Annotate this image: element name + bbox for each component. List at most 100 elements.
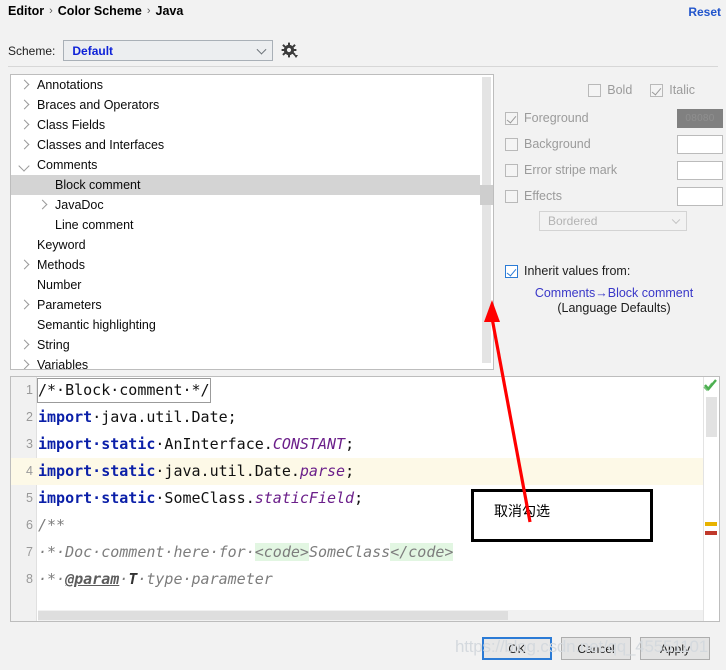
code-token-cmt-b: T — [128, 570, 138, 588]
tree-item-line-comment[interactable]: Line comment — [11, 215, 493, 235]
tree-item-braces-and-operators[interactable]: Braces and Operators — [11, 95, 493, 115]
tree-item-variables[interactable]: Variables — [11, 355, 493, 369]
tree-item-label: Methods — [37, 258, 85, 272]
bold-label: Bold — [607, 83, 633, 97]
code-token-plain: ; — [345, 462, 355, 480]
effects-color-swatch[interactable] — [677, 186, 723, 206]
chevron-right-icon[interactable] — [17, 77, 33, 93]
tree-item-label: Parameters — [37, 298, 102, 312]
tree-item-label: Comments — [37, 158, 98, 172]
tree-twisty-placeholder — [17, 217, 33, 233]
tree-item-javadoc[interactable]: JavaDoc — [11, 195, 493, 215]
tree-item-number[interactable]: Number — [11, 275, 493, 295]
line-number: 7 — [26, 545, 33, 559]
code-line: 2 import·java.util.Date; — [26, 404, 719, 431]
background-checkbox[interactable] — [505, 137, 518, 151]
inherit-values-label: Inherit values from: — [524, 264, 631, 278]
cancel-button[interactable]: Cancel — [561, 637, 631, 660]
chevron-right-icon[interactable] — [17, 337, 33, 353]
dialog-footer: OK Cancel Apply — [0, 628, 726, 670]
tree-item-parameters[interactable]: Parameters — [11, 295, 493, 315]
code-token-plain: ; — [354, 489, 364, 507]
error-stripe-checkbox[interactable] — [505, 163, 518, 177]
apply-button[interactable]: Apply — [640, 637, 710, 660]
scheme-label: Scheme: — [8, 43, 56, 58]
chevron-right-icon[interactable] — [17, 357, 33, 369]
inherit-source-link[interactable]: Comments→Block comment — [505, 286, 723, 300]
breadcrumb-item-java[interactable]: Java — [156, 4, 184, 18]
code-tokens: import·static·AnInterface.CONSTANT; — [38, 435, 354, 453]
background-row: Background — [505, 131, 723, 157]
code-token-plain: ·AnInterface. — [155, 435, 273, 453]
color-settings-tree[interactable]: Annotations Braces and Operators Class Fie… — [10, 74, 494, 370]
chevron-right-icon[interactable] — [17, 97, 33, 113]
tree-item-label: Keyword — [37, 238, 86, 252]
code-token-kw: import·static — [38, 435, 156, 453]
tree-item-label: Braces and Operators — [37, 98, 160, 112]
code-tokens: ·*·@param·T·type·parameter — [38, 570, 273, 588]
tree-item-label: JavaDoc — [55, 198, 104, 212]
code-token-const: CONSTANT — [272, 435, 346, 453]
preview-horizontal-scrollbar[interactable] — [38, 610, 703, 621]
chevron-right-icon[interactable] — [17, 137, 33, 153]
chevron-down-icon[interactable] — [17, 157, 33, 173]
error-stripe-mark-indicator[interactable] — [705, 531, 717, 535]
effect-type-dropdown[interactable]: Bordered — [539, 211, 687, 231]
gear-icon[interactable] — [281, 42, 299, 59]
error-stripe-color-swatch[interactable] — [677, 160, 723, 180]
scheme-dropdown[interactable]: Default — [63, 40, 274, 61]
chevron-right-icon[interactable] — [17, 257, 33, 273]
tree-item-semantic-highlighting[interactable]: Semantic highlighting — [11, 315, 493, 335]
tree-scrollbar-selection-mark — [480, 185, 493, 205]
preview-scrollbar-thumb[interactable] — [706, 397, 717, 437]
code-line: 1 /*·Block·comment·*/ — [26, 377, 719, 404]
error-stripe-row: Error stripe mark — [505, 157, 723, 183]
foreground-color-swatch[interactable]: 08080 — [677, 108, 723, 128]
tree-item-classes-and-interfaces[interactable]: Classes and Interfaces — [11, 135, 493, 155]
code-token-field: staticField — [254, 489, 355, 507]
background-color-swatch[interactable] — [677, 134, 723, 154]
bold-checkbox-group[interactable]: Bold — [588, 83, 632, 97]
bold-checkbox[interactable] — [588, 83, 602, 97]
line-number: 4 — [26, 464, 33, 478]
warning-stripe-mark[interactable] — [705, 522, 717, 526]
italic-checkbox[interactable] — [650, 83, 664, 97]
chevron-right-icon[interactable] — [35, 197, 51, 213]
preview-vertical-scrollbar[interactable] — [703, 377, 719, 621]
preview-horizontal-scrollbar-thumb[interactable] — [38, 611, 508, 620]
line-number: 8 — [26, 572, 33, 586]
tree-item-label: Semantic highlighting — [37, 318, 156, 332]
tree-item-class-fields[interactable]: Class Fields — [11, 115, 493, 135]
breadcrumb-item-editor[interactable]: Editor — [8, 4, 44, 18]
line-number: 5 — [26, 491, 33, 505]
italic-checkbox-group[interactable]: Italic — [650, 83, 695, 97]
tree-item-annotations[interactable]: Annotations — [11, 75, 493, 95]
code-token-cmt: /** — [38, 516, 66, 534]
ok-button[interactable]: OK — [482, 637, 552, 660]
code-token-plain: /*·Block·comment·*/ — [38, 381, 210, 399]
code-tokens: /** — [38, 516, 65, 534]
chevron-right-icon[interactable] — [17, 117, 33, 133]
code-token-kw: import·static — [38, 489, 156, 507]
tree-item-comments[interactable]: Comments — [11, 155, 493, 175]
breadcrumb-item-color-scheme[interactable]: Color Scheme — [58, 4, 142, 18]
annotation-arrow-icon — [484, 300, 532, 523]
effects-checkbox[interactable] — [505, 189, 518, 203]
code-token-cmt: · — [119, 570, 129, 588]
attributes-panel: Bold Italic Foreground 08080 Background … — [505, 80, 723, 315]
tree-item-string[interactable]: String — [11, 335, 493, 355]
inherit-values-checkbox[interactable] — [505, 264, 518, 278]
code-tokens: import·static·SomeClass.staticField; — [38, 489, 363, 507]
reset-link[interactable]: Reset — [688, 5, 721, 19]
foreground-checkbox[interactable] — [505, 111, 518, 125]
tree-item-keyword[interactable]: Keyword — [11, 235, 493, 255]
tree-item-methods[interactable]: Methods — [11, 255, 493, 275]
code-token-cmt: ·*· — [38, 570, 66, 588]
tree-item-label: Annotations — [37, 78, 104, 92]
code-token-cmt: ·*·Doc·comment·here·for· — [38, 543, 255, 561]
background-label: Background — [524, 137, 591, 151]
tree-twisty-placeholder — [17, 277, 33, 293]
chevron-right-icon[interactable] — [17, 297, 33, 313]
tree-item-block-comment[interactable]: Block comment — [11, 175, 493, 195]
line-number: 2 — [26, 410, 33, 424]
